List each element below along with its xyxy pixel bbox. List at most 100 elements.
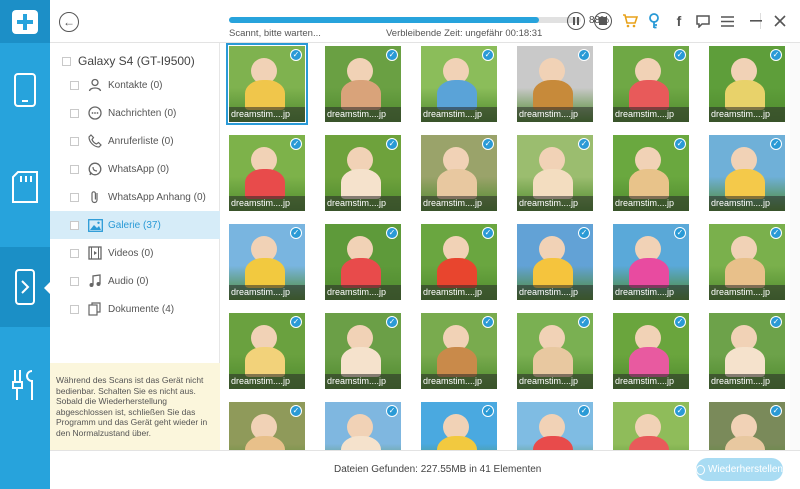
gallery-thumbnail[interactable]: ✓ dreamstim....jp [226, 43, 308, 125]
gallery-thumbnail[interactable]: ✓ dreamstim....jp [325, 46, 401, 122]
selected-check-icon[interactable]: ✓ [770, 49, 782, 61]
thumbnail-caption: dreamstim....jp [709, 196, 785, 211]
selected-check-icon[interactable]: ✓ [674, 138, 686, 150]
device-checkbox[interactable] [62, 56, 71, 66]
category-checkbox[interactable] [70, 248, 79, 258]
selected-check-icon[interactable]: ✓ [386, 49, 398, 61]
selected-check-icon[interactable]: ✓ [674, 405, 686, 417]
thumbnail-caption: dreamstim....jp [613, 196, 689, 211]
gallery-thumbnail[interactable]: ✓ dreamstim....jp [613, 46, 689, 122]
selected-check-icon[interactable]: ✓ [482, 138, 494, 150]
category-checkbox[interactable] [70, 192, 79, 202]
gallery-thumbnail[interactable]: ✓ dreamstim....jp [613, 313, 689, 389]
gallery-thumbnail[interactable]: ✓ dreamstim....jp [517, 224, 593, 300]
gallery-thumbnail[interactable]: ✓ [613, 402, 689, 450]
gallery-thumbnail[interactable]: ✓ dreamstim....jp [517, 46, 593, 122]
selected-check-icon[interactable]: ✓ [674, 49, 686, 61]
gallery-thumbnail[interactable]: ✓ [229, 402, 305, 450]
gallery-thumbnail[interactable]: ✓ dreamstim....jp [709, 46, 785, 122]
gallery-scrollbar[interactable] [790, 43, 800, 450]
feedback-button[interactable] [693, 11, 713, 31]
category-item[interactable]: Kontakte (0) [50, 71, 220, 99]
selected-check-icon[interactable]: ✓ [386, 138, 398, 150]
category-checkbox[interactable] [70, 80, 79, 90]
gallery-thumbnail[interactable]: ✓ dreamstim....jp [709, 224, 785, 300]
gallery-thumbnail[interactable]: ✓ dreamstim....jp [421, 313, 497, 389]
selected-check-icon[interactable]: ✓ [578, 49, 590, 61]
key-button[interactable] [644, 11, 664, 31]
gallery-thumbnail[interactable]: ✓ dreamstim....jp [325, 224, 401, 300]
gallery-thumbnail[interactable]: ✓ dreamstim....jp [613, 224, 689, 300]
gallery-thumbnail[interactable]: ✓ dreamstim....jp [325, 313, 401, 389]
selected-check-icon[interactable]: ✓ [674, 227, 686, 239]
minimize-button[interactable] [746, 11, 766, 31]
gallery-thumbnail[interactable]: ✓ [325, 402, 401, 450]
close-button[interactable] [770, 11, 790, 31]
restore-button[interactable]: Wiederherstellen [696, 458, 783, 481]
rail-tools-button[interactable] [0, 345, 50, 425]
selected-check-icon[interactable]: ✓ [290, 316, 302, 328]
selected-check-icon[interactable]: ✓ [482, 49, 494, 61]
category-item[interactable]: Videos (0) [50, 239, 220, 267]
selected-check-icon[interactable]: ✓ [290, 405, 302, 417]
selected-check-icon[interactable]: ✓ [290, 138, 302, 150]
category-item[interactable]: WhatsApp Anhang (0) [50, 183, 220, 211]
selected-check-icon[interactable]: ✓ [674, 316, 686, 328]
gallery-thumbnail[interactable]: ✓ dreamstim....jp [325, 135, 401, 211]
gallery-thumbnail[interactable]: ✓ dreamstim....jp [613, 135, 689, 211]
photo-subject-body [533, 436, 573, 450]
gallery-thumbnail[interactable]: ✓ dreamstim....jp [229, 224, 305, 300]
gallery-thumbnail[interactable]: ✓ dreamstim....jp [421, 135, 497, 211]
selected-check-icon[interactable]: ✓ [290, 227, 302, 239]
gallery-thumbnail[interactable]: ✓ dreamstim....jp [517, 313, 593, 389]
gallery-thumbnail[interactable]: ✓ dreamstim....jp [421, 224, 497, 300]
selected-check-icon[interactable]: ✓ [482, 227, 494, 239]
cart-button[interactable] [620, 11, 640, 31]
category-item[interactable]: Nachrichten (0) [50, 99, 220, 127]
category-checkbox[interactable] [70, 136, 79, 146]
category-checkbox[interactable] [70, 220, 79, 230]
selected-check-icon[interactable]: ✓ [386, 405, 398, 417]
selected-check-icon[interactable]: ✓ [770, 138, 782, 150]
back-button[interactable]: ← [59, 12, 79, 32]
selected-check-icon[interactable]: ✓ [578, 316, 590, 328]
selected-check-icon[interactable]: ✓ [386, 316, 398, 328]
rail-phone-button[interactable] [0, 50, 50, 130]
facebook-button[interactable]: f [669, 11, 689, 31]
selected-check-icon[interactable]: ✓ [290, 49, 302, 61]
gallery-thumbnail[interactable]: ✓ dreamstim....jp [229, 313, 305, 389]
menu-button[interactable] [717, 11, 737, 31]
selected-check-icon[interactable]: ✓ [578, 227, 590, 239]
rail-sdcard-button[interactable] [0, 147, 50, 227]
photo-subject-body [725, 258, 765, 288]
selected-check-icon[interactable]: ✓ [578, 138, 590, 150]
category-checkbox[interactable] [70, 108, 79, 118]
selected-check-icon[interactable]: ✓ [770, 405, 782, 417]
gallery-thumbnail[interactable]: ✓ [709, 402, 785, 450]
category-item[interactable]: Audio (0) [50, 267, 220, 295]
category-checkbox[interactable] [70, 304, 79, 314]
gallery-thumbnail[interactable]: ✓ dreamstim....jp [229, 135, 305, 211]
category-item[interactable]: Anruferliste (0) [50, 127, 220, 155]
gallery-thumbnail[interactable]: ✓ dreamstim....jp [421, 46, 497, 122]
selected-check-icon[interactable]: ✓ [770, 316, 782, 328]
gallery-thumbnail[interactable]: ✓ [517, 402, 593, 450]
category-checkbox[interactable] [70, 164, 79, 174]
rail-device-recovery-button[interactable] [0, 247, 51, 327]
device-row[interactable]: Galaxy S4 (GT-I9500) [62, 53, 195, 69]
selected-check-icon[interactable]: ✓ [386, 227, 398, 239]
gallery-thumbnail[interactable]: ✓ dreamstim....jp [709, 135, 785, 211]
selected-check-icon[interactable]: ✓ [770, 227, 782, 239]
gallery-thumbnail[interactable]: ✓ [421, 402, 497, 450]
category-item[interactable]: Galerie (37) [50, 211, 220, 239]
stop-button[interactable] [594, 12, 612, 30]
pause-button[interactable] [567, 12, 585, 30]
selected-check-icon[interactable]: ✓ [578, 405, 590, 417]
category-item[interactable]: WhatsApp (0) [50, 155, 220, 183]
selected-check-icon[interactable]: ✓ [482, 316, 494, 328]
gallery-thumbnail[interactable]: ✓ dreamstim....jp [517, 135, 593, 211]
category-checkbox[interactable] [70, 276, 79, 286]
selected-check-icon[interactable]: ✓ [482, 405, 494, 417]
category-item[interactable]: Dokumente (4) [50, 295, 220, 323]
gallery-thumbnail[interactable]: ✓ dreamstim....jp [709, 313, 785, 389]
